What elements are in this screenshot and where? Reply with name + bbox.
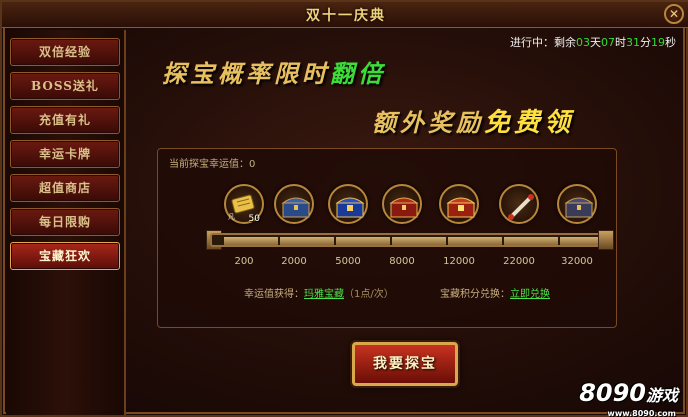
treasure-hunt-button[interactable]: 我要探宝 (352, 342, 458, 386)
countdown-minutes: 31 (626, 36, 640, 49)
watermark-suffix: 游戏 (645, 386, 678, 405)
countdown-timer: 进行中：剩余03天07时31分19秒 (510, 34, 676, 50)
blue-chest-icon[interactable] (274, 184, 314, 224)
progress-segment (280, 237, 334, 245)
luck-value-line: 当前探宝幸运值：0 (169, 155, 255, 170)
banner-line-1-highlight: 翻倍 (330, 59, 386, 88)
luck-source-row: 幸运值获得：玛雅宝藏（1点/次） (244, 285, 394, 300)
watermark-url: www.8090.com (607, 409, 676, 417)
threshold-label: 5000 (335, 256, 361, 267)
progress-segment (392, 237, 446, 245)
banner-line-2: 额外奖励免费领 (372, 102, 574, 139)
progress-segment (448, 237, 502, 245)
luck-value: 0 (249, 159, 256, 170)
threshold-label: 32000 (561, 256, 593, 267)
banner-line-1-text: 探宝概率限时 (162, 59, 330, 88)
luck-source-label: 幸运值获得： (244, 289, 304, 300)
threshold-label: 12000 (443, 256, 475, 267)
red-gold-chest-icon[interactable] (439, 184, 479, 224)
countdown-days: 03 (576, 36, 590, 49)
sidebar-item-treasure-carnival[interactable]: 宝藏狂欢 (10, 242, 120, 270)
reward-tag: 凡 (228, 213, 235, 221)
countdown-hours: 07 (601, 36, 615, 49)
progress-segment (336, 237, 390, 245)
dark-chest-icon[interactable] (557, 184, 597, 224)
close-button[interactable]: ✕ (664, 4, 684, 24)
banner-line-2-text: 额外奖励 (372, 108, 484, 137)
gold-scroll-icon[interactable]: 凡 50 (224, 184, 264, 224)
progress-segment (560, 237, 600, 245)
event-window: 双十一庆典 ✕ 进行中：剩余03天07时31分19秒 双倍经验 BOSS送礼 充… (0, 0, 688, 417)
countdown-seconds: 19 (651, 36, 665, 49)
luck-source-note: （1点/次） (344, 289, 394, 300)
bone-staff-icon[interactable] (499, 184, 539, 224)
sidebar-item-recharge-gift[interactable]: 充值有礼 (10, 106, 120, 134)
threshold-label: 200 (234, 256, 254, 267)
sidebar: 双倍经验 BOSS送礼 充值有礼 幸运卡牌 超值商店 每日限购 宝藏狂欢 (6, 30, 126, 415)
luck-label: 当前探宝幸运值： (169, 159, 249, 170)
countdown-hour-unit: 时 (615, 36, 626, 49)
sidebar-item-double-exp[interactable]: 双倍经验 (10, 38, 120, 66)
reward-qty: 50 (248, 214, 260, 224)
progress-segment (224, 237, 278, 245)
exchange-now-link[interactable]: 立即兑换 (510, 289, 550, 300)
countdown-second-unit: 秒 (665, 36, 676, 49)
countdown-day-unit: 天 (590, 36, 601, 49)
title-bar: 双十一庆典 ✕ (2, 2, 688, 28)
site-watermark: 8090游戏 www.8090.com (579, 379, 678, 417)
sidebar-item-boss-gift[interactable]: BOSS送礼 (10, 72, 120, 100)
window-title: 双十一庆典 (306, 8, 386, 24)
banner-line-2-highlight: 免费领 (484, 108, 575, 138)
sidebar-item-lucky-cards[interactable]: 幸运卡牌 (10, 140, 120, 168)
progress-right-cap (598, 230, 614, 250)
sidebar-item-daily-limit[interactable]: 每日限购 (10, 208, 120, 236)
red-chest-icon[interactable] (382, 184, 422, 224)
exchange-row: 宝藏积分兑换：立即兑换 (440, 285, 550, 300)
sidebar-item-value-shop[interactable]: 超值商店 (10, 174, 120, 202)
threshold-label: 22000 (503, 256, 535, 267)
banner-line-1: 探宝概率限时翻倍 (162, 54, 386, 89)
maya-treasure-link[interactable]: 玛雅宝藏 (304, 289, 344, 300)
exchange-label: 宝藏积分兑换： (440, 289, 510, 300)
watermark-brand: 8090 (579, 379, 646, 407)
blue-gold-chest-icon[interactable] (328, 184, 368, 224)
progress-segment (504, 237, 558, 245)
countdown-prefix: 进行中：剩余 (510, 36, 576, 49)
threshold-label: 8000 (389, 256, 415, 267)
luck-progress-bar (210, 233, 610, 247)
countdown-minute-unit: 分 (640, 36, 651, 49)
threshold-label: 2000 (281, 256, 307, 267)
